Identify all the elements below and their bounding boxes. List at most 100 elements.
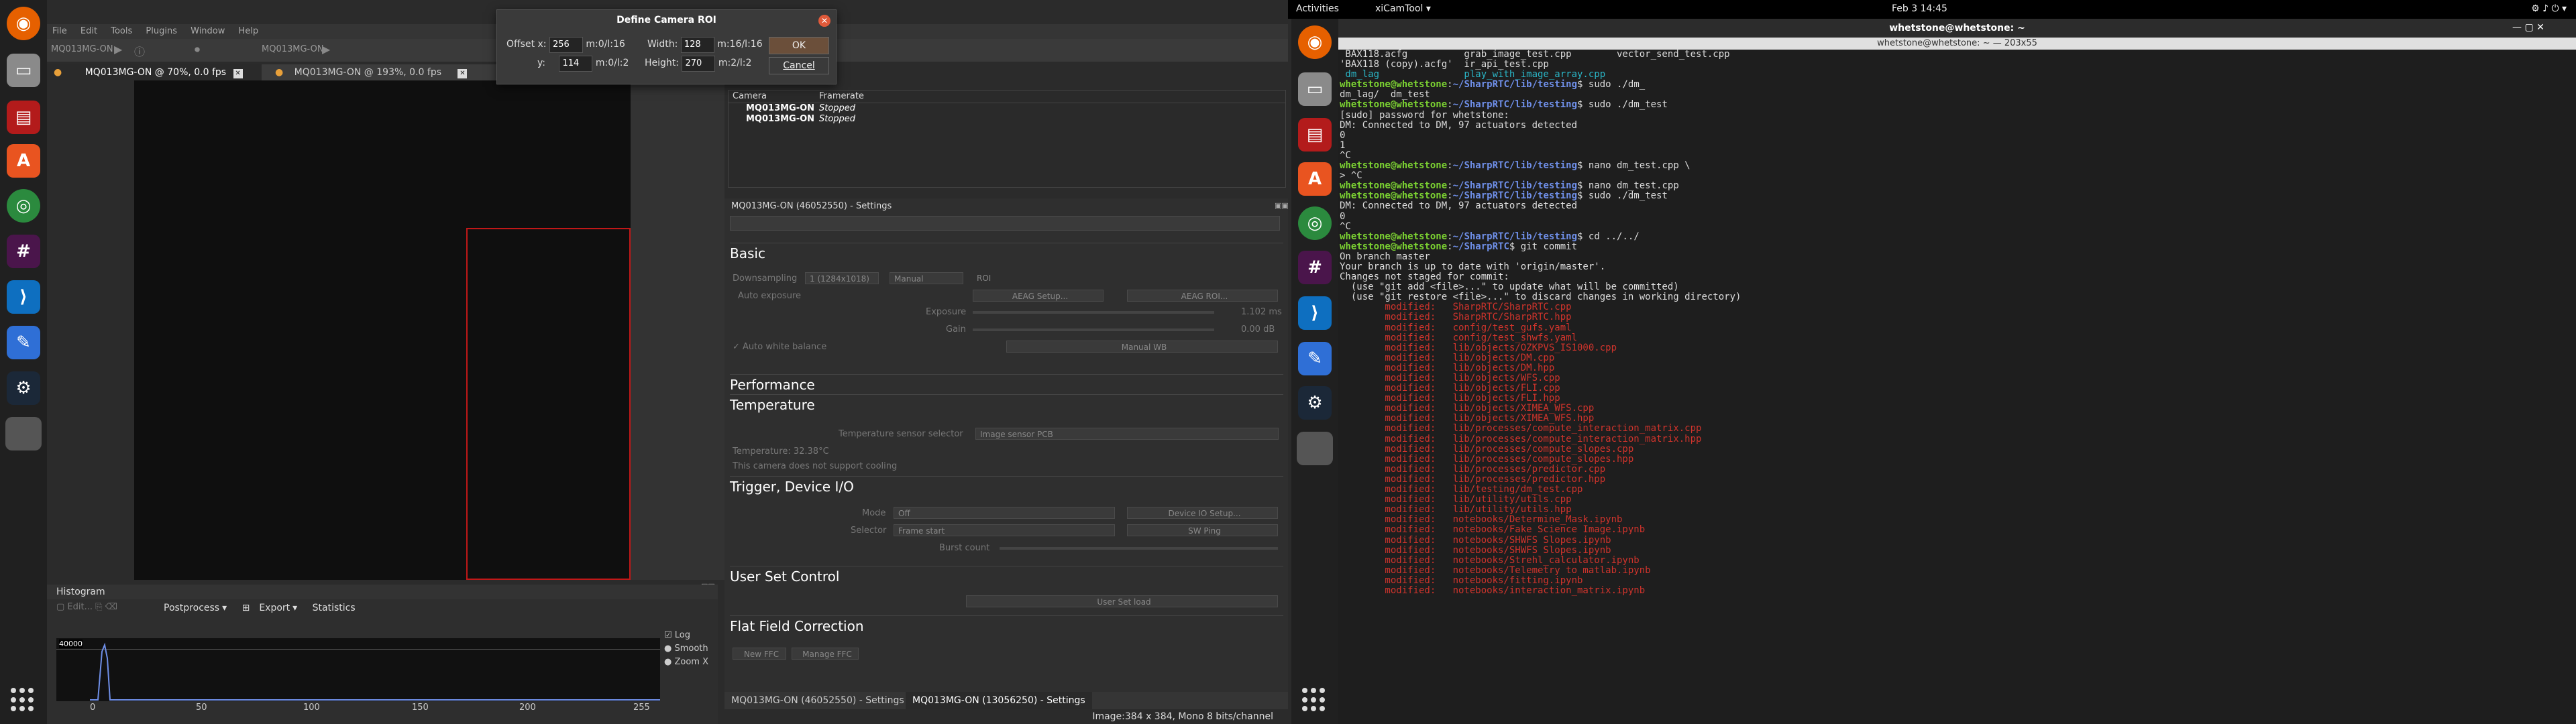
offset-x-input[interactable]: 256 [549, 37, 583, 53]
downsampling-select[interactable]: 1 (1284x1018) [805, 272, 879, 284]
show-apps-icon[interactable] [11, 688, 35, 712]
chrome-icon[interactable]: ◎ [1298, 206, 1332, 240]
list-item[interactable]: MQ013MG-ON Stopped [729, 114, 1285, 125]
active-app-icon[interactable] [1297, 432, 1333, 465]
list-item[interactable]: MQ013MG-ON Stopped [729, 103, 1285, 114]
activities-button[interactable]: Activities [1296, 3, 1339, 14]
menu-tools[interactable]: Tools [105, 24, 138, 38]
steam-icon[interactable]: ⚙ [1298, 386, 1332, 420]
gain-slider[interactable] [973, 328, 1214, 331]
selector-select[interactable]: Frame start [894, 524, 1115, 536]
smooth-checkbox[interactable]: ● Smooth [664, 642, 708, 656]
toolbar-camera-name-2[interactable]: MQ013MG-ON [262, 44, 324, 54]
section-trigger[interactable]: Trigger, Device I/O [730, 476, 1283, 497]
files-icon[interactable]: ▭ [1298, 72, 1332, 106]
firefox-icon[interactable]: ◉ [1298, 25, 1332, 59]
height-input[interactable]: 270 [682, 56, 716, 72]
terminal-output[interactable]: BAX118.acfg grab_image_test.cpp vector_s… [1338, 50, 2576, 724]
roi-select[interactable]: ROI [973, 272, 1013, 284]
panel-controls-icon[interactable]: ▣▣ [1275, 201, 1289, 210]
app-menu[interactable]: xiCamTool ▾ [1375, 3, 1431, 14]
software-icon[interactable]: A [1298, 162, 1332, 196]
burst-slider[interactable] [1000, 547, 1278, 550]
y-hint: m:0/l:2 [595, 58, 629, 68]
statistics-button[interactable]: Statistics [313, 603, 356, 613]
close-icon[interactable]: ✕ [818, 15, 830, 27]
vscode-icon[interactable]: ⟩ [1298, 296, 1332, 330]
edit-icon[interactable]: ▢ Edit... ⎘ ⌫ [56, 602, 117, 612]
user-set-load-button[interactable]: User Set load [966, 595, 1278, 607]
settings-filter-input[interactable] [730, 216, 1280, 231]
mode-select[interactable]: Off [894, 507, 1115, 519]
section-basic[interactable]: Basic [730, 243, 1283, 263]
menu-help[interactable]: Help [233, 24, 264, 38]
slack-icon[interactable]: # [7, 235, 40, 268]
tab-view-1[interactable]: ● MQ013MG-ON @ 70%, 0.0 fps ✕ [47, 64, 262, 80]
awb-checkbox[interactable]: ✓ Auto white balance [733, 342, 826, 352]
manual-wb-button[interactable]: Manual WB [1006, 341, 1278, 353]
software-icon[interactable]: A [7, 144, 40, 178]
menu-edit[interactable]: Edit [75, 24, 103, 38]
slack-icon[interactable]: # [1298, 251, 1332, 284]
temp-selector-select[interactable]: Image sensor PCB [975, 428, 1279, 440]
sw-ping-button[interactable]: SW Ping [1127, 524, 1278, 536]
section-temperature[interactable]: Temperature [730, 394, 1283, 415]
terminal-line: modified: notebooks/interaction_matrix.i… [1340, 585, 1646, 596]
roi-rectangle[interactable] [466, 228, 631, 580]
section-user-set[interactable]: User Set Control [730, 566, 1283, 587]
chrome-icon[interactable]: ◎ [7, 189, 40, 223]
binning-select[interactable]: Manual [890, 272, 963, 284]
tab-view-2[interactable]: ● MQ013MG-ON @ 193%, 0.0 fps ✕ [268, 64, 490, 80]
postprocess-menu[interactable]: Postprocess [164, 603, 219, 613]
firefox-icon[interactable]: ◉ [7, 7, 40, 40]
menu-file[interactable]: File [47, 24, 72, 38]
system-menu-icon[interactable]: ⚙ ♪ ⏻ ▾ [2531, 3, 2567, 14]
menu-window[interactable]: Window [185, 24, 230, 38]
cancel-button[interactable]: Cancel [769, 57, 829, 74]
auto-exposure-checkbox[interactable]: Auto exposure [738, 291, 801, 301]
terminal-line: modified: notebooks/Fake Science Image.i… [1340, 524, 1646, 536]
show-apps-icon[interactable] [1302, 688, 1326, 712]
terminal-line: modified: lib/objects/FLI.cpp [1340, 383, 1560, 394]
steam-icon[interactable]: ⚙ [7, 371, 40, 405]
terminal-line: modified: lib/processes/predictor.hpp [1340, 473, 1606, 485]
vscode-icon[interactable]: ⟩ [7, 280, 40, 314]
play-icon-2[interactable]: ▶ [322, 43, 330, 56]
close-icon[interactable]: ✕ [233, 69, 243, 78]
width-input[interactable]: 128 [680, 37, 714, 53]
device-io-button[interactable]: Device IO Setup... [1127, 507, 1278, 519]
toolbar-camera-name[interactable]: MQ013MG-ON [51, 44, 113, 54]
manage-ffc-button[interactable]: Manage FFC [792, 648, 859, 660]
info-icon[interactable]: ⓘ [134, 43, 145, 59]
ok-button[interactable]: OK [769, 37, 829, 54]
active-app-icon[interactable] [5, 417, 42, 450]
terminal-app-icon[interactable]: ▤ [1298, 118, 1332, 152]
files-icon[interactable]: ▭ [7, 54, 40, 87]
close-icon-2[interactable]: ✕ [458, 69, 468, 78]
aeag-setup-button[interactable]: AEAG Setup... [973, 290, 1104, 302]
prompt-command: $ sudo ./dm_ [1577, 79, 1646, 90]
terminal-app-icon[interactable]: ▤ [7, 101, 40, 134]
record-icon[interactable]: ⏺ [195, 43, 200, 56]
export-menu[interactable]: Export [259, 603, 290, 613]
editor-icon[interactable]: ✎ [7, 326, 40, 359]
new-ffc-button[interactable]: New FFC [733, 648, 786, 660]
menu-plugins[interactable]: Plugins [140, 24, 182, 38]
y-input[interactable]: 114 [559, 56, 593, 72]
tab-settings-1[interactable]: MQ013MG-ON (46052550) - Settings [731, 695, 904, 706]
zoom-x-checkbox[interactable]: ● Zoom X [664, 656, 708, 669]
log-checkbox[interactable]: ☑ Log [664, 629, 708, 642]
clock[interactable]: Feb 3 14:45 [1892, 3, 1947, 14]
status-bar: Image:384 x 384, Mono 8 bits/channel [1092, 711, 1273, 722]
section-ffc[interactable]: Flat Field Correction [730, 615, 1283, 636]
section-performance[interactable]: Performance [730, 374, 1283, 395]
editor-icon[interactable]: ✎ [1298, 342, 1332, 375]
play-icon[interactable]: ▶ [114, 43, 122, 56]
prompt-path: ~/SharpRTC/lib/testing [1452, 79, 1578, 90]
aeag-roi-button[interactable]: AEAG ROI... [1127, 290, 1278, 302]
tab-settings-2[interactable]: MQ013MG-ON (13056250) - Settings [906, 692, 1092, 709]
histogram-plot[interactable]: 40000 [56, 638, 660, 701]
exposure-slider[interactable] [973, 311, 1214, 314]
window-controls-icon[interactable]: — ▢ ✕ [2512, 22, 2544, 33]
left-dock: ◉ ▭ ▤ A ◎ # ⟩ ✎ ⚙ [0, 0, 47, 724]
